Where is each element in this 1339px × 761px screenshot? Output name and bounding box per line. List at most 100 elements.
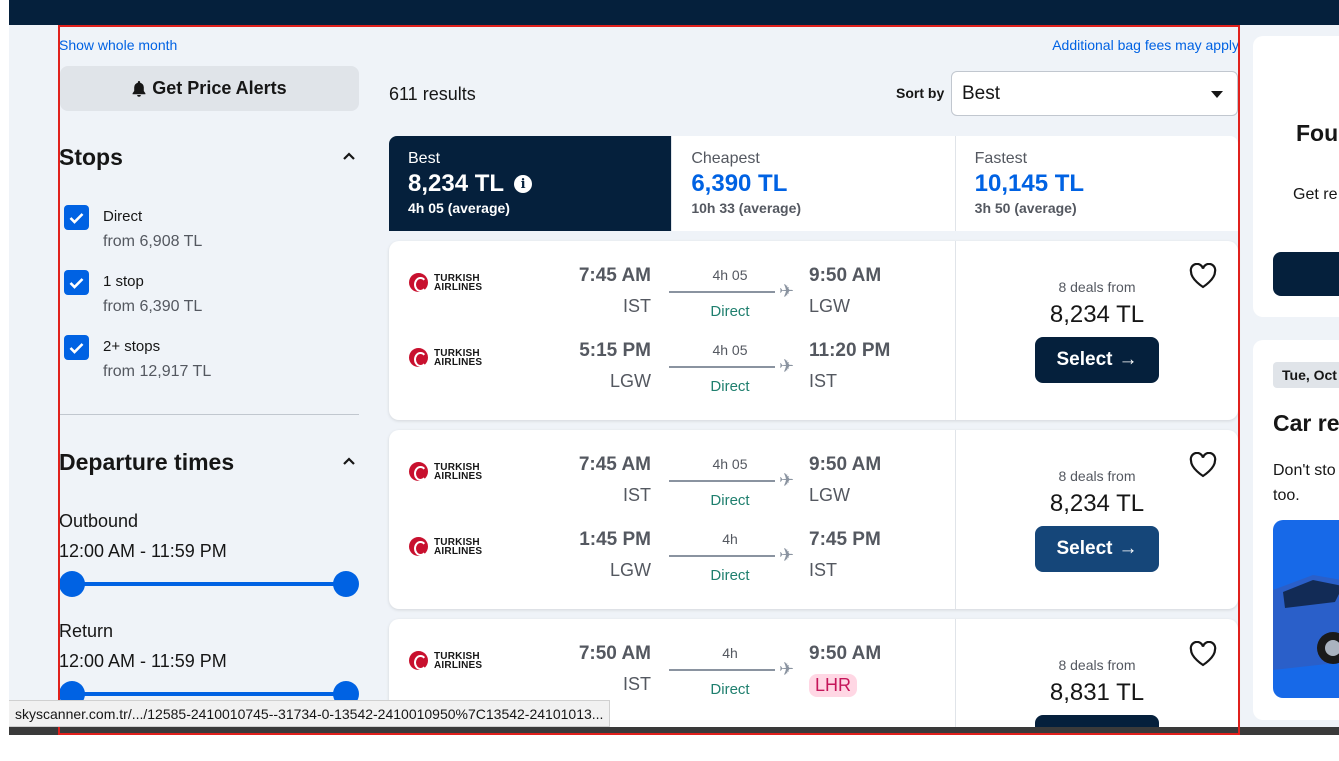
promo-card[interactable]: Fou Get re [1253,36,1339,317]
check-icon [69,212,84,224]
arrival-airport: IST [809,371,838,391]
outbound-slider-start-handle[interactable] [59,571,85,597]
car-rental-card[interactable]: Tue, Oct Car re Don't sto too. [1253,340,1339,720]
chevron-up-icon[interactable] [342,456,356,466]
outbound-slider-end-handle[interactable] [333,571,359,597]
stops-info: Direct [710,681,750,698]
arrival-airport-highlighted: LHR [809,674,858,697]
route-line [669,480,775,482]
chevron-up-icon[interactable] [342,151,356,161]
card-price: 8,831 TL [1049,679,1145,706]
car-image [1273,520,1339,698]
plane-icon: ✈ [779,659,795,679]
turkish-airlines-logo: TURKISH AIRLINES [409,537,482,556]
stops-info: Direct [710,567,750,584]
flight-leg-outbound: TURKISH AIRLINES 7:45 AM IST 4h 05 ✈ Dire… [389,265,955,325]
airline-logo-icon [409,651,428,670]
flight-duration: 4h 05 [712,267,748,283]
get-price-alerts-button[interactable]: Get Price Alerts [60,66,359,111]
arrow-right-icon: → [1118,349,1138,370]
tab-cheapest[interactable]: Cheapest 6,390 TL 10h 33 (average) [672,136,956,231]
departure-time: 5:15 PM [579,340,651,361]
card-divider [955,619,956,735]
outbound-range: 12:00 AM - 11:59 PM [59,541,227,561]
arrow-right-icon: → [1118,538,1138,559]
card-divider [955,241,956,420]
sort-tabs: Best 8,234 TL i 4h 05 (average) Cheapest … [389,136,1238,231]
tab-name: Fastest [974,150,1028,167]
car-rental-date-badge: Tue, Oct [1273,362,1339,388]
airline-logo-icon [409,273,428,292]
flight-duration: 4h 05 [712,456,748,472]
return-slider-track[interactable] [71,692,346,696]
stop-label: Direct [103,208,143,225]
card-divider [955,430,956,609]
outbound-slider-track[interactable] [71,582,346,586]
results-page: Show whole month Additional bag fees may… [9,25,1339,735]
arrival-time: 11:20 PM [809,340,891,361]
bell-icon [132,80,146,97]
plane-icon: ✈ [779,470,795,490]
tab-duration: 4h 05 (average) [408,200,510,216]
checkbox-2-plus-stops[interactable] [64,335,89,360]
departure-time: 7:50 AM [578,643,651,664]
info-icon[interactable]: i [514,175,533,193]
tab-duration: 3h 50 (average) [974,200,1077,216]
stop-label: 2+ stops [103,338,161,355]
stops-info: Direct [710,303,750,320]
tab-best[interactable]: Best 8,234 TL i 4h 05 (average) [389,136,673,231]
sidebar-divider [59,414,359,415]
sort-by-label: Sort by [896,85,945,101]
tab-price: 8,234 TL [408,170,505,197]
card-price: 8,234 TL [1049,490,1145,517]
plane-icon: ✈ [779,281,795,301]
flight-result-card[interactable]: TURKISH AIRLINES 7:45 AM IST 4h 05 ✈ Dire… [389,430,1238,609]
flight-duration: 4h [722,645,738,661]
checkbox-1-stop[interactable] [64,270,89,295]
sort-value: Best [962,82,1001,104]
turkish-airlines-logo: TURKISH AIRLINES [409,651,482,670]
promo-button[interactable] [1273,252,1339,296]
departure-airport: LGW [609,560,651,580]
arrival-airport: LGW [809,485,851,505]
stop-price: from 12,917 TL [103,363,212,380]
check-icon [69,277,84,289]
results-count: 611 results [389,84,476,104]
tab-name: Best [408,150,441,167]
tab-fastest[interactable]: Fastest 10,145 TL 3h 50 (average) [956,136,1238,231]
select-button[interactable]: Select → [1035,337,1159,383]
heart-icon[interactable] [1189,263,1217,289]
select-button[interactable]: Select → [1035,526,1159,572]
arrival-airport: IST [809,560,838,580]
return-range: 12:00 AM - 11:59 PM [59,651,227,671]
arrival-time: 9:50 AM [809,265,882,286]
departure-time: 7:45 AM [578,454,651,475]
tab-price: 10,145 TL [974,170,1085,197]
departure-airport: LGW [609,371,651,391]
airline-logo-icon [409,537,428,556]
turkish-airlines-logo: TURKISH AIRLINES [409,462,482,481]
stop-option-2-plus-stops[interactable]: 2+ stops from 12,917 TL [64,335,211,381]
airline-logo-icon [409,462,428,481]
heart-icon[interactable] [1189,452,1217,478]
plane-icon: ✈ [779,545,795,565]
caret-down-icon [1211,91,1223,98]
arrival-time: 9:50 AM [809,643,882,664]
bag-fees-link[interactable]: Additional bag fees may apply [1052,37,1239,53]
car-rental-text: Don't sto too. [1273,462,1336,504]
stop-option-1-stop[interactable]: 1 stop from 6,390 TL [64,270,202,316]
check-icon [69,342,84,354]
top-navigation-bar [9,0,1339,25]
flight-leg-return: TURKISH AIRLINES 5:15 PM LGW 4h 05 ✈ Dire… [389,340,955,400]
show-whole-month-link[interactable]: Show whole month [59,37,177,53]
checkbox-direct[interactable] [64,205,89,230]
card-price: 8,234 TL [1049,301,1145,328]
route-line [669,669,775,671]
heart-icon[interactable] [1189,641,1217,667]
departure-airport: IST [622,485,651,505]
stop-option-direct[interactable]: Direct from 6,908 TL [64,205,202,251]
sort-select[interactable]: Best [951,71,1238,116]
promo-title: Fou [1296,120,1339,146]
stops-info: Direct [710,492,750,509]
flight-result-card[interactable]: TURKISH AIRLINES 7:45 AM IST 4h 05 ✈ Dire… [389,241,1238,420]
